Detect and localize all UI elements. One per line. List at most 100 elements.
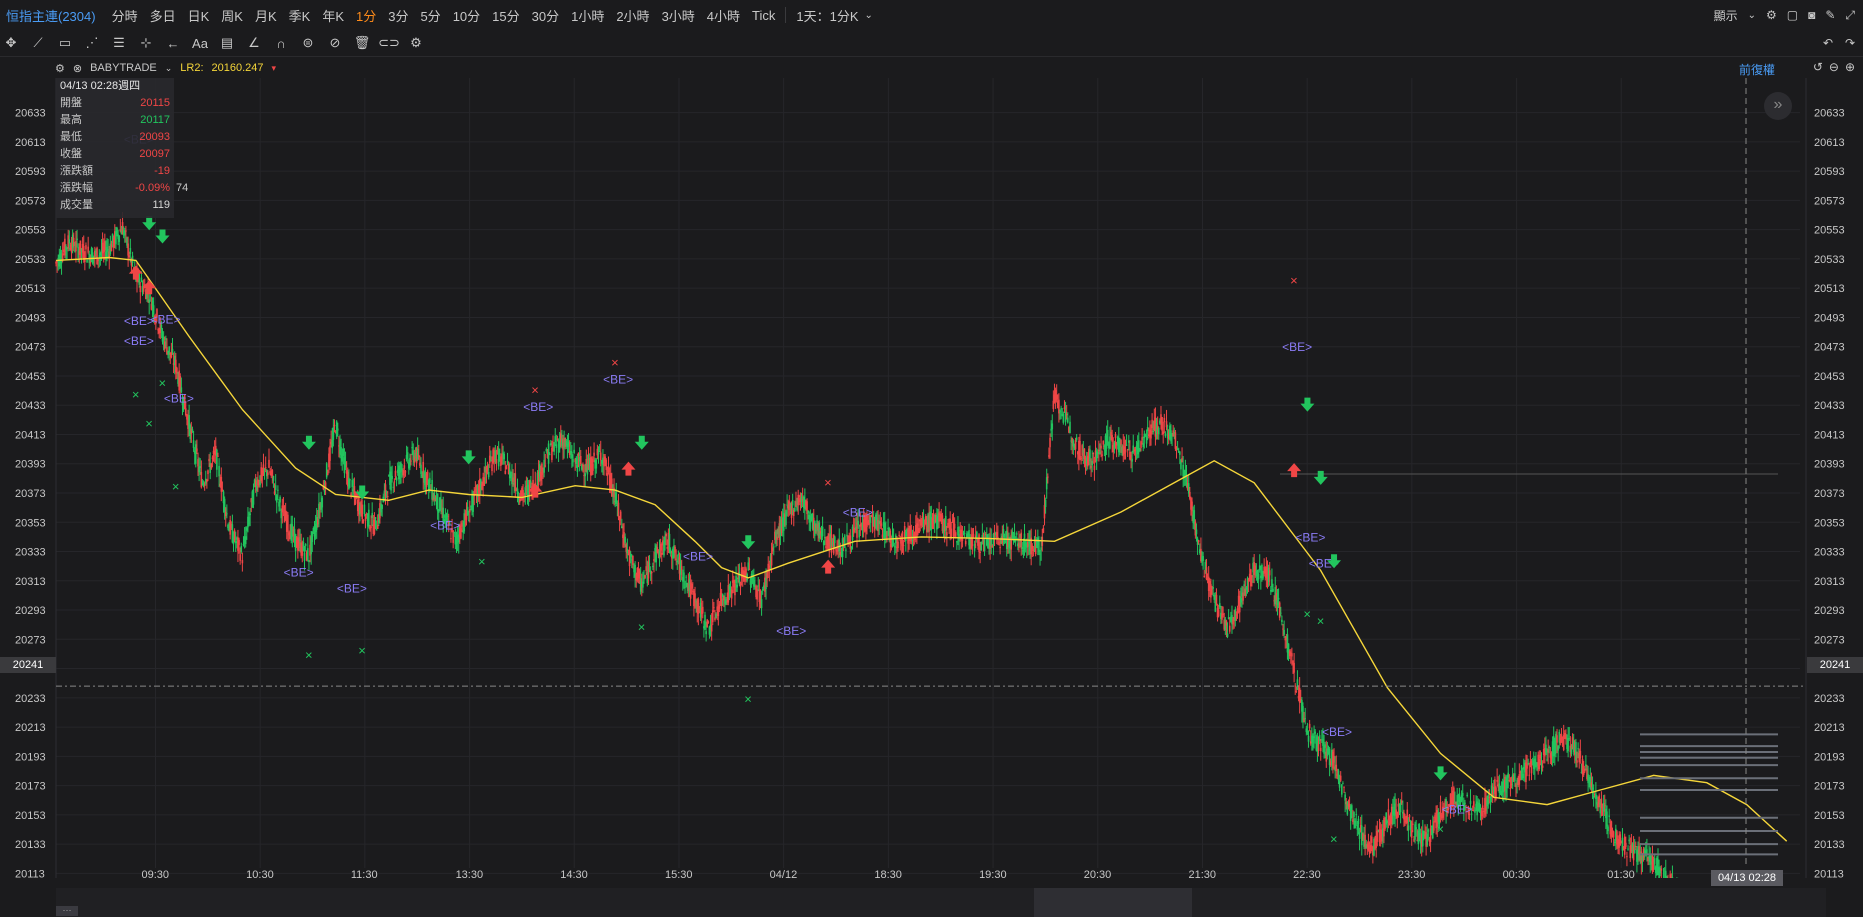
ruler-icon[interactable]: ∠ [243,32,265,54]
display-menu[interactable]: 顯示 [1714,7,1738,24]
candle-body [206,479,208,482]
candle-body [718,604,721,609]
be-signal-label: <BE> [430,519,460,533]
indicator-name[interactable]: BABYTRADE [90,62,157,74]
magnet-icon[interactable]: ∩ [270,32,292,54]
candle-body [1236,608,1239,613]
candle-body [825,546,827,548]
scroll-to-latest-button[interactable]: » [1764,92,1792,120]
price-chart[interactable]: 20633 20633 20613 20613 20593 20593 20573 20573… [0,78,1863,878]
timeframe-3[interactable]: 周K [221,6,243,25]
candle-body [1244,588,1247,596]
symbol-selector[interactable]: 恒指主連(2304) [6,6,96,25]
timeframe-7[interactable]: 1分 [356,6,376,25]
candle-body [1583,768,1586,772]
candle-body [282,506,285,508]
candle-body [1222,613,1224,616]
chevron-down-icon: ⌄ [1747,9,1756,21]
timeframe-4[interactable]: 月K [255,6,277,25]
candle-body [613,487,615,498]
candle-body [1157,427,1160,435]
fib-icon[interactable]: ☰ [108,32,130,54]
candle-body [1547,749,1549,753]
measure-icon[interactable]: ⊹ [135,32,157,54]
layout-icon[interactable]: ▢ [1787,8,1798,22]
candle-body [495,458,498,464]
timeframe-13[interactable]: 1小時 [571,6,604,25]
trash-icon[interactable]: 🗑 [351,32,373,54]
candle-body [615,492,618,504]
timeframe-0[interactable]: 分時 [112,6,138,25]
trendline-icon[interactable]: ⟋ [27,32,49,54]
close-icon[interactable]: ⊗ [73,62,82,75]
settings-icon[interactable]: ⚙ [55,62,65,75]
timeframe-10[interactable]: 10分 [453,6,480,25]
price-adjust-menu[interactable]: 前復權 [1739,61,1775,78]
candle-body [677,554,680,556]
candle-body [1322,738,1324,747]
candle-body [1606,811,1608,827]
reset-icon[interactable]: ↺ [1813,60,1823,74]
candle-body [1203,575,1206,578]
timeframe-8[interactable]: 3分 [388,6,408,25]
candle-body [902,545,905,547]
candle-body [1100,445,1102,449]
undo-icon[interactable]: ↶ [1823,36,1833,50]
settings-icon[interactable]: ⚙ [1766,8,1777,22]
candle-body [271,470,274,477]
crosshair-icon[interactable]: ✥ [0,32,22,54]
hide-icon[interactable]: ⊘ [324,32,346,54]
timeframe-12[interactable]: 30分 [532,6,559,25]
arrow-icon[interactable]: ← [162,32,184,54]
timeframe-5[interactable]: 季K [289,6,311,25]
rectangle-icon[interactable]: ▭ [54,32,76,54]
gear-icon[interactable]: ⚙ [405,32,427,54]
fullscreen-icon[interactable]: ⤢ [1845,8,1855,23]
minus-icon[interactable]: ⊖ [1829,60,1839,74]
timeframe-11[interactable]: 15分 [492,6,519,25]
candle-body [791,499,794,506]
candle-body [395,477,398,481]
lock-icon[interactable]: ⊜ [297,32,319,54]
exit-x-icon: × [1437,821,1445,836]
timeframe-15[interactable]: 3小時 [662,6,695,25]
timeframe-9[interactable]: 5分 [420,6,440,25]
candle-body [710,624,713,632]
timeframe-2[interactable]: 日K [188,6,210,25]
candle-body [1254,565,1257,572]
candle-body [1288,651,1291,657]
timeframe-17[interactable]: Tick [752,8,775,23]
tooltip-row: 漲跌幅 -0.09% [56,180,174,197]
polyline-icon[interactable]: ⋰ [81,32,103,54]
candle-body [575,457,578,464]
candle-body [979,551,981,553]
camera-icon[interactable]: ◙ [1808,8,1815,22]
range-selector[interactable]: 1天：1分K [796,6,858,25]
candle-body [1545,744,1547,753]
comment-icon[interactable]: ▤ [216,32,238,54]
candle-body [349,479,351,481]
timeframe-14[interactable]: 2小時 [616,6,649,25]
scrollbar-thumb[interactable] [1034,888,1192,917]
more-icon[interactable]: ··· [56,906,78,916]
plus-icon[interactable]: ⊕ [1845,60,1855,74]
candle-body [964,540,967,545]
candle-body [577,452,580,456]
timeframe-6[interactable]: 年K [322,6,344,25]
time-scrollbar[interactable] [56,888,1826,917]
candle-body [1619,834,1622,846]
candle-body [1051,423,1054,430]
candle-body [1318,735,1321,742]
candle-body [1163,417,1166,423]
candle-body [1181,457,1183,463]
candle-body [1489,803,1492,805]
text-icon[interactable]: Aa [189,32,211,54]
annotate-icon[interactable]: ✎ [1825,8,1835,22]
candle-body [210,463,213,469]
timeframe-16[interactable]: 4小時 [707,6,740,25]
candle-body [1126,449,1129,451]
redo-icon[interactable]: ↷ [1845,36,1855,50]
timeframe-1[interactable]: 多日 [150,6,176,25]
sell-arrow-icon [461,450,476,465]
link-icon[interactable]: ⊂⊃ [378,32,400,54]
